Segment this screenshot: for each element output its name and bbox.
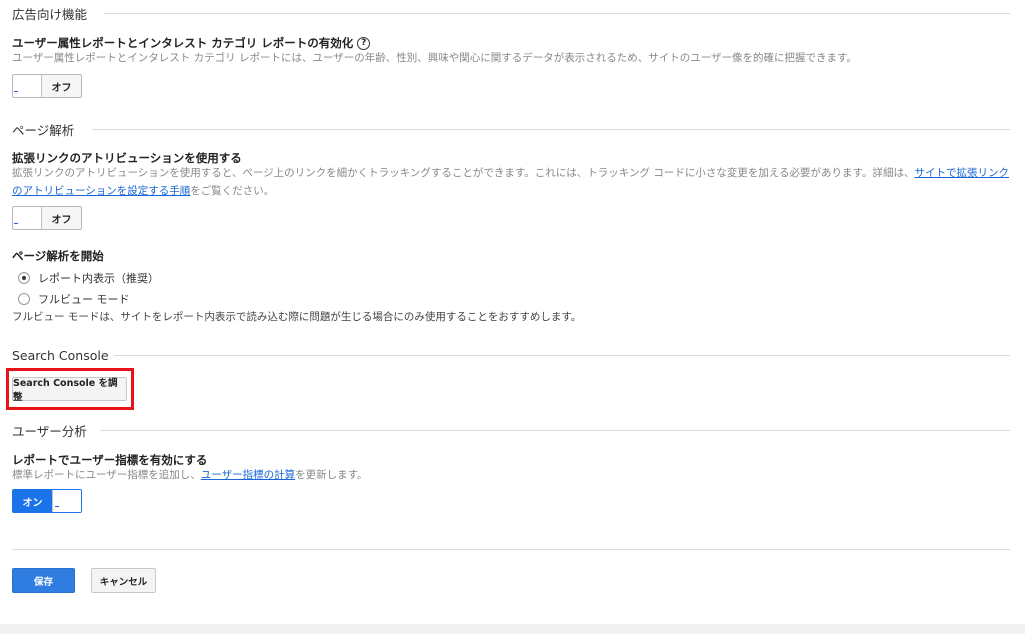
radio-label: レポート内表示（推奨） [38, 272, 159, 285]
adjust-search-console-button[interactable]: Search Console を調整 [12, 377, 127, 403]
setting-title-start-analytics: ページ解析を開始 [12, 249, 104, 263]
user-metrics-toggle[interactable]: オン [12, 489, 82, 513]
section-header-page-analytics: ページ解析 [12, 119, 87, 139]
radio-label: フルビュー モード [38, 293, 130, 306]
radio-button[interactable] [18, 272, 30, 284]
section-divider [114, 355, 1010, 356]
footer-divider [12, 549, 1010, 550]
setting-description: ユーザー属性レポートとインタレスト カテゴリ レポートには、ユーザーの年齢、性別… [12, 52, 857, 64]
section-title: Search Console [12, 347, 121, 363]
section-divider [100, 430, 1010, 431]
section-header-user-analysis: ユーザー分析 [12, 420, 99, 440]
radio-option-in-report[interactable]: レポート内表示（推奨） [18, 270, 159, 286]
description-text: を更新します。 [295, 469, 368, 481]
section-divider [92, 129, 1010, 130]
toggle-knob [52, 490, 81, 512]
section-title: ユーザー分析 [12, 420, 99, 440]
setting-description: 標準レポートにユーザー指標を追加し、ユーザー指標の計算を更新します。 [12, 466, 368, 484]
section-header-search-console: Search Console [12, 345, 121, 365]
toggle-label: オン [13, 490, 52, 512]
save-button[interactable]: 保存 [12, 568, 75, 593]
user-metrics-calculation-link[interactable]: ユーザー指標の計算 [201, 469, 295, 481]
toggle-knob [13, 75, 42, 97]
section-title: 広告向け機能 [12, 3, 100, 23]
page-bottom-band [0, 624, 1025, 634]
demographics-toggle[interactable]: オフ [12, 74, 82, 98]
radio-button[interactable] [18, 293, 30, 305]
section-title: ページ解析 [12, 119, 87, 139]
toggle-label: オフ [51, 82, 72, 94]
radio-option-full-view[interactable]: フルビュー モード [18, 291, 130, 307]
toggle-label: オフ [51, 214, 72, 226]
setting-description: 拡張リンクのアトリビューションを使用すると、ページ上のリンクを細かくトラッキング… [12, 164, 1012, 200]
help-icon[interactable]: ? [357, 36, 371, 50]
description-text: 標準レポートにユーザー指標を追加し、 [12, 469, 201, 481]
description-text: 拡張リンクのアトリビューションを使用すると、ページ上のリンクを細かくトラッキング… [12, 167, 915, 179]
cancel-button[interactable]: キャンセル [91, 568, 156, 593]
section-divider [104, 13, 1010, 14]
toggle-knob [13, 207, 42, 229]
full-view-note: フルビュー モードは、サイトをレポート内表示で読み込む際に問題が生じる場合にのみ… [12, 311, 582, 323]
link-attribution-toggle[interactable]: オフ [12, 206, 82, 230]
description-text: をご覧ください。 [190, 185, 275, 197]
section-header-ad-features: 広告向け機能 [12, 3, 100, 23]
